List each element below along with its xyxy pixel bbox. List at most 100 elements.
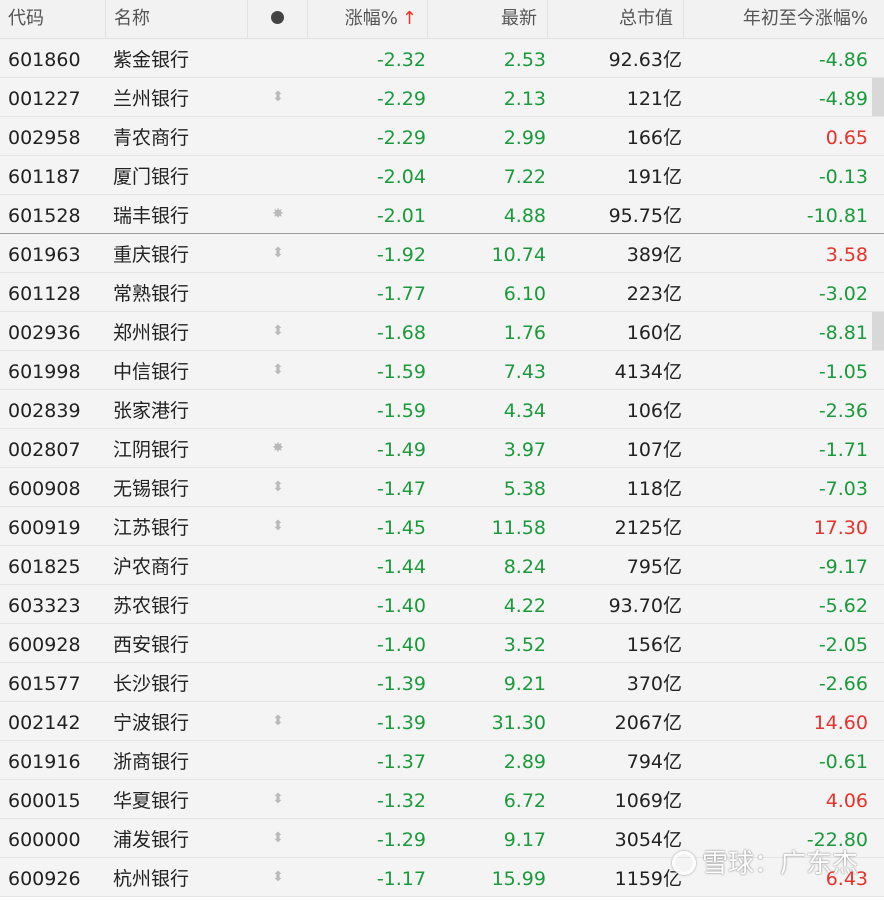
ytd-change: 14.60 bbox=[813, 712, 868, 734]
market-cap: 121亿 bbox=[626, 88, 682, 110]
scroll-marker[interactable] bbox=[872, 312, 884, 350]
mark-empty bbox=[248, 546, 308, 584]
change-pct: -1.59 bbox=[376, 361, 426, 383]
stock-name: 华夏银行 bbox=[113, 790, 190, 812]
change-pct: -2.29 bbox=[376, 127, 426, 149]
mark-empty bbox=[248, 741, 308, 779]
column-header-mark[interactable] bbox=[248, 0, 308, 38]
change-pct: -1.37 bbox=[376, 751, 426, 773]
column-header-market-cap[interactable]: 总市值 bbox=[548, 0, 684, 38]
market-cap: 107亿 bbox=[626, 439, 682, 461]
last-price: 7.22 bbox=[503, 166, 546, 188]
market-cap: 166亿 bbox=[626, 127, 682, 149]
ytd-change: -2.36 bbox=[818, 400, 868, 422]
market-cap: 370亿 bbox=[626, 673, 682, 695]
table-row[interactable]: 002807 江阴银行 ✸ -1.49 3.97 107亿 -1.71 bbox=[0, 429, 884, 468]
last-price: 9.17 bbox=[503, 829, 546, 851]
table-row[interactable]: 600928 西安银行 -1.40 3.52 156亿 -2.05 bbox=[0, 624, 884, 663]
table-row[interactable]: 002839 张家港行 -1.59 4.34 106亿 -2.36 bbox=[0, 390, 884, 429]
scroll-marker[interactable] bbox=[872, 78, 884, 116]
stock-name: 无锡银行 bbox=[113, 478, 190, 500]
table-row[interactable]: 600919 江苏银行 ⬍ -1.45 11.58 2125亿 17.30 bbox=[0, 507, 884, 546]
up-down-arrow-icon: ⬍ bbox=[272, 518, 284, 534]
change-pct: -1.44 bbox=[376, 556, 426, 578]
mark-empty bbox=[248, 117, 308, 155]
column-header-ytd-change-label: 年初至今涨幅% bbox=[742, 8, 868, 29]
table-row[interactable]: 601187 厦门银行 -2.04 7.22 191亿 -0.13 bbox=[0, 156, 884, 195]
stock-code: 002936 bbox=[8, 322, 81, 344]
table-row[interactable]: 601577 长沙银行 -1.39 9.21 370亿 -2.66 bbox=[0, 663, 884, 702]
ytd-change: 0.65 bbox=[825, 127, 868, 149]
column-header-ytd-change[interactable]: 年初至今涨幅% bbox=[684, 0, 884, 38]
stock-name: 浙商银行 bbox=[113, 751, 190, 773]
ytd-change: 17.30 bbox=[813, 517, 868, 539]
market-cap: 95.75亿 bbox=[608, 205, 682, 227]
ytd-change: 3.58 bbox=[825, 244, 868, 266]
last-price: 15.99 bbox=[491, 868, 546, 890]
table-row[interactable]: 601128 常熟银行 -1.77 6.10 223亿 -3.02 bbox=[0, 273, 884, 312]
stock-code: 600926 bbox=[8, 868, 81, 890]
table-row[interactable]: 601860 紫金银行 -2.32 2.53 92.63亿 -4.86 bbox=[0, 39, 884, 78]
market-cap: 1159亿 bbox=[614, 868, 682, 890]
last-price: 4.34 bbox=[503, 400, 546, 422]
column-header-change-pct[interactable]: 涨幅% ↑ bbox=[308, 0, 428, 38]
change-pct: -2.32 bbox=[376, 49, 426, 71]
column-header-last[interactable]: 最新 bbox=[428, 0, 548, 38]
ytd-change: -0.13 bbox=[818, 166, 868, 188]
table-row[interactable]: 601998 中信银行 ⬍ -1.59 7.43 4134亿 -1.05 bbox=[0, 351, 884, 390]
up-down-arrow-icon: ⬍ bbox=[272, 323, 284, 339]
stock-code: 601963 bbox=[8, 244, 81, 266]
market-cap: 191亿 bbox=[626, 166, 682, 188]
table-row[interactable]: 001227 兰州银行 ⬍ -2.29 2.13 121亿 -4.89 bbox=[0, 78, 884, 117]
table-body: 601860 紫金银行 -2.32 2.53 92.63亿 -4.86 001227 兰州银行… bbox=[0, 39, 884, 897]
change-pct: -1.29 bbox=[376, 829, 426, 851]
watermark-text: 雪球：广东杰 bbox=[702, 849, 859, 879]
stock-code: 001227 bbox=[8, 88, 81, 110]
market-cap: 3054亿 bbox=[614, 829, 682, 851]
column-header-code[interactable]: 代码 bbox=[0, 0, 106, 38]
table-row[interactable]: 601963 重庆银行 ⬍ -1.92 10.74 389亿 3.58 bbox=[0, 234, 884, 273]
up-down-arrow-icon: ⬍ bbox=[272, 479, 284, 495]
stock-name: 西安银行 bbox=[113, 634, 190, 656]
change-pct: -1.39 bbox=[376, 673, 426, 695]
market-cap: 1069亿 bbox=[614, 790, 682, 812]
up-down-arrow-icon: ⬍ bbox=[272, 245, 284, 261]
stock-code: 600000 bbox=[8, 829, 81, 851]
stock-name: 紫金银行 bbox=[113, 49, 190, 71]
up-down-arrow-icon: ⬍ bbox=[272, 713, 284, 729]
up-down-arrow-icon: ⬍ bbox=[272, 362, 284, 378]
stock-code: 601916 bbox=[8, 751, 81, 773]
last-price: 6.10 bbox=[503, 283, 546, 305]
table-row[interactable]: 601528 瑞丰银行 ✸ -2.01 4.88 95.75亿 -10.81 bbox=[0, 195, 884, 234]
stock-code: 601187 bbox=[8, 166, 81, 188]
column-header-name[interactable]: 名称 bbox=[106, 0, 248, 38]
stock-code: 600908 bbox=[8, 478, 81, 500]
ytd-change: -10.81 bbox=[806, 205, 868, 227]
table-row[interactable]: 601825 沪农商行 -1.44 8.24 795亿 -9.17 bbox=[0, 546, 884, 585]
market-cap: 223亿 bbox=[626, 283, 682, 305]
stock-code: 603323 bbox=[8, 595, 81, 617]
ytd-change: -5.62 bbox=[818, 595, 868, 617]
column-header-code-label: 代码 bbox=[8, 8, 44, 29]
stock-name: 兰州银行 bbox=[113, 88, 190, 110]
stock-name: 苏农银行 bbox=[113, 595, 190, 617]
stock-name: 江苏银行 bbox=[113, 517, 190, 539]
last-price: 1.76 bbox=[503, 322, 546, 344]
table-row[interactable]: 601916 浙商银行 -1.37 2.89 794亿 -0.61 bbox=[0, 741, 884, 780]
change-pct: -2.29 bbox=[376, 88, 426, 110]
table-row[interactable]: 002958 青农商行 -2.29 2.99 166亿 0.65 bbox=[0, 117, 884, 156]
mark-empty bbox=[248, 273, 308, 311]
up-down-arrow-icon: ⬍ bbox=[272, 89, 284, 105]
last-price: 3.97 bbox=[503, 439, 546, 461]
table-row[interactable]: 600015 华夏银行 ⬍ -1.32 6.72 1069亿 4.06 bbox=[0, 780, 884, 819]
last-price: 6.72 bbox=[503, 790, 546, 812]
market-cap: 93.70亿 bbox=[608, 595, 682, 617]
table-row[interactable]: 002936 郑州银行 ⬍ -1.68 1.76 160亿 -8.81 bbox=[0, 312, 884, 351]
table-row[interactable]: 002142 宁波银行 ⬍ -1.39 31.30 2067亿 14.60 bbox=[0, 702, 884, 741]
ytd-change: -1.71 bbox=[818, 439, 868, 461]
table-row[interactable]: 603323 苏农银行 -1.40 4.22 93.70亿 -5.62 bbox=[0, 585, 884, 624]
market-cap: 794亿 bbox=[626, 751, 682, 773]
table-header: 代码 名称 涨幅% ↑ 最新 总市值 年初至今涨幅% bbox=[0, 0, 884, 39]
market-cap: 389亿 bbox=[626, 244, 682, 266]
table-row[interactable]: 600908 无锡银行 ⬍ -1.47 5.38 118亿 -7.03 bbox=[0, 468, 884, 507]
